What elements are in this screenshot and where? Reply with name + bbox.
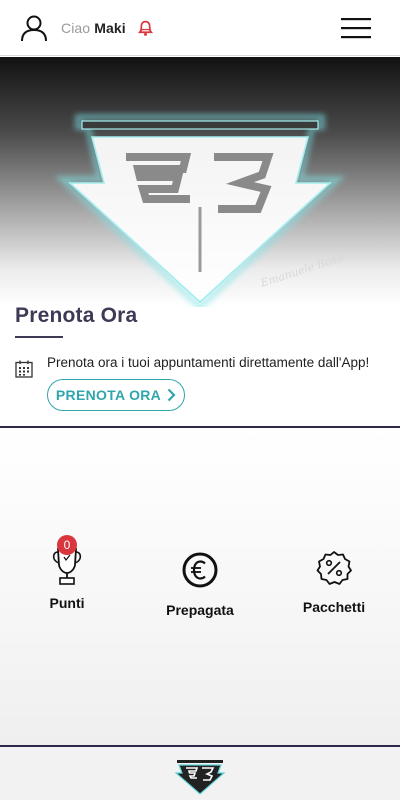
feature-label: Pacchetti bbox=[302, 599, 366, 615]
discount-badge-icon bbox=[316, 551, 352, 585]
greeting-text: Ciao bbox=[61, 20, 91, 36]
eb-logo-small[interactable] bbox=[175, 759, 225, 795]
chevron-right-icon bbox=[167, 388, 176, 402]
top-bar: Ciao Maki bbox=[0, 0, 400, 56]
feature-punti[interactable]: 0 Punti bbox=[37, 535, 97, 611]
user-icon[interactable] bbox=[20, 14, 48, 42]
feature-label: Punti bbox=[49, 595, 85, 611]
bottom-bar bbox=[0, 745, 400, 800]
page-title: Prenota Ora bbox=[15, 304, 138, 327]
calendar-icon bbox=[15, 360, 33, 378]
feature-prepagata[interactable]: Prepagata bbox=[165, 551, 235, 618]
euro-coin-icon bbox=[182, 552, 218, 588]
hero-banner: Emanuele Bossi bbox=[0, 57, 400, 307]
booking-description: Prenota ora i tuoi appuntamenti direttam… bbox=[47, 355, 370, 370]
greeting: Ciao Maki bbox=[61, 20, 126, 36]
feature-pacchetti[interactable]: Pacchetti bbox=[298, 549, 370, 615]
points-badge: 0 bbox=[57, 535, 77, 555]
hamburger-menu-icon[interactable] bbox=[340, 15, 372, 41]
book-now-button[interactable]: PRENOTA ORA bbox=[47, 379, 185, 411]
title-underline bbox=[15, 336, 63, 338]
eb-logo: Emanuele Bossi bbox=[54, 114, 347, 307]
signature: Emanuele Bossi bbox=[258, 250, 347, 290]
feature-label: Prepagata bbox=[166, 602, 234, 618]
user-name: Maki bbox=[94, 20, 126, 36]
book-now-label: PRENOTA ORA bbox=[55, 387, 162, 403]
bell-icon[interactable] bbox=[137, 20, 154, 37]
